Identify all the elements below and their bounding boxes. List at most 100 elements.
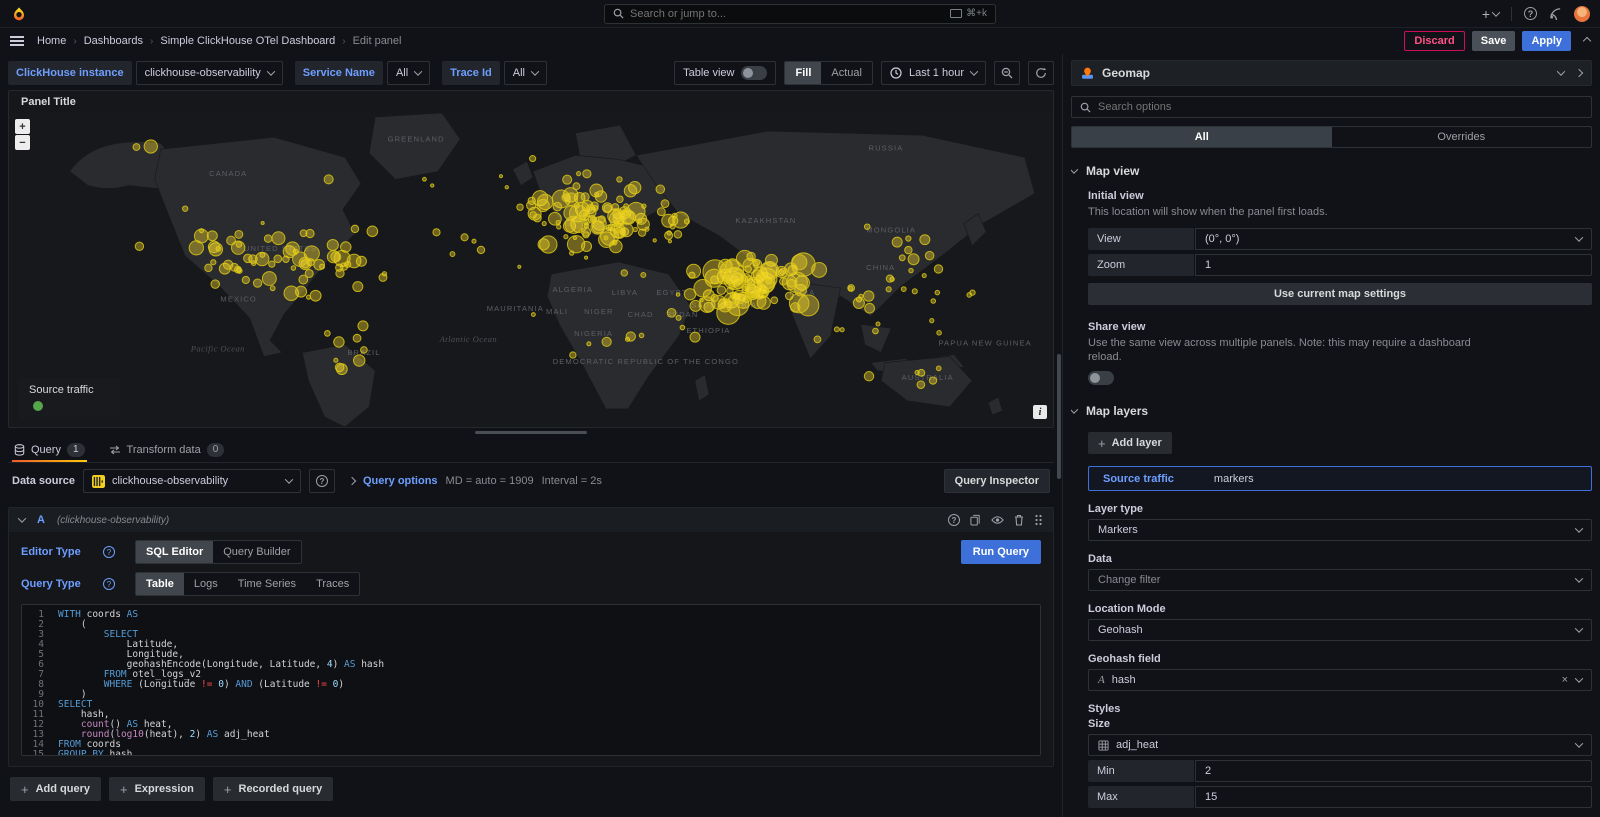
options-search-input[interactable] [1098, 101, 1583, 113]
zoom-input[interactable]: 1 [1195, 254, 1592, 276]
editor-type-help-icon[interactable]: ? [103, 546, 115, 558]
save-button[interactable]: Save [1472, 31, 1516, 51]
map-marker [583, 213, 588, 218]
zoom-out-time-button[interactable] [994, 61, 1020, 85]
max-input[interactable]: 15 [1195, 786, 1592, 808]
datasource-picker[interactable]: clickhouse-observability [83, 469, 301, 493]
visualization-picker[interactable]: Geomap [1071, 60, 1592, 86]
discard-button[interactable]: Discard [1404, 31, 1464, 51]
options-search[interactable] [1071, 96, 1592, 118]
actual-option[interactable]: Actual [821, 62, 872, 84]
add-layer-button[interactable]: +Add layer [1088, 432, 1172, 454]
query-type-help-icon[interactable]: ? [103, 578, 115, 590]
map-marker [936, 366, 941, 371]
chevron-down-icon[interactable] [1557, 67, 1565, 75]
chevron-down-icon[interactable] [18, 514, 26, 522]
map-view-header[interactable]: Map view [1071, 164, 1592, 178]
filter-clickhouse-instance: ClickHouse instance clickhouse-observabi… [8, 61, 283, 85]
size-field-select[interactable]: adj_heat [1088, 734, 1592, 756]
share-view-toggle[interactable] [1088, 371, 1114, 385]
left-scrollbar[interactable] [1057, 354, 1061, 479]
collapse-icon[interactable] [1583, 37, 1591, 45]
map-label: ALGERIA [552, 285, 593, 294]
filter-value-dropdown[interactable]: All [387, 61, 430, 85]
keyboard-icon [950, 9, 962, 18]
hide-query-icon[interactable] [991, 515, 1004, 525]
clear-icon[interactable]: × [1562, 675, 1568, 686]
map-marker [593, 206, 598, 211]
traces-option[interactable]: Traces [306, 573, 359, 595]
recorded-query-button[interactable]: +Recorded query [213, 777, 333, 801]
sql-code-editor[interactable]: 1WITH coords AS2 (3 SELECT4 Latitude,5 L… [21, 604, 1041, 756]
panel-title[interactable]: Panel Title [9, 91, 1053, 113]
map-zoom-out-button[interactable]: − [15, 135, 30, 150]
edit-panel-left: ClickHouse instance clickhouse-observabi… [0, 54, 1062, 817]
tab-all[interactable]: All [1072, 127, 1332, 147]
geohash-field-select[interactable]: Ahash× [1088, 669, 1592, 691]
map-zoom-in-button[interactable]: + [15, 119, 30, 134]
run-query-button[interactable]: Run Query [961, 540, 1041, 564]
map-label: NIGERIA [574, 329, 613, 338]
search-input[interactable] [630, 8, 944, 20]
panel-resize-handle[interactable] [8, 428, 1054, 437]
map-marker [864, 372, 873, 381]
sql-editor-option[interactable]: SQL Editor [136, 541, 213, 563]
toggle-off[interactable] [741, 66, 767, 80]
chevron-right-icon[interactable] [348, 477, 356, 485]
time-range-picker[interactable]: Last 1 hour [881, 61, 986, 85]
breadcrumb-dashboards[interactable]: Dashboards [84, 35, 143, 47]
map-marker [356, 256, 366, 266]
apply-button[interactable]: Apply [1522, 31, 1571, 51]
filter-value-dropdown[interactable]: All [504, 61, 547, 85]
breadcrumb-home[interactable]: Home [37, 35, 66, 47]
refresh-button[interactable] [1028, 61, 1054, 85]
map-marker [351, 225, 358, 232]
view-select[interactable]: (0°, 0°) [1195, 228, 1592, 250]
query-editor-card: A (clickhouse-observability) ? Editor Ty… [8, 507, 1054, 767]
world-map[interactable]: RUSSIACANADAGREENLANDUNITED STATESMEXICO… [9, 113, 1053, 427]
breadcrumb-dashboard-name[interactable]: Simple ClickHouse OTel Dashboard [160, 35, 335, 47]
delete-query-icon[interactable] [1014, 514, 1024, 526]
map-layers-header[interactable]: Map layers [1071, 404, 1592, 418]
news-icon[interactable] [1549, 7, 1562, 20]
add-menu-button[interactable]: + [1482, 6, 1499, 22]
tab-query[interactable]: Query 1 [12, 437, 87, 462]
tab-transform-data[interactable]: Transform data 0 [107, 437, 227, 462]
fill-actual-segment: Fill Actual [784, 61, 872, 85]
expression-button[interactable]: +Expression [109, 777, 205, 801]
database-icon [14, 444, 25, 456]
map-attribution-button[interactable]: i [1033, 405, 1047, 419]
drag-handle-icon[interactable] [1034, 514, 1043, 526]
options-scroll-area[interactable]: Map view Initial view This location will… [1071, 148, 1592, 817]
clickhouse-icon [92, 475, 105, 488]
location-mode-select[interactable]: Geohash [1088, 619, 1592, 641]
duplicate-query-icon[interactable] [970, 514, 981, 526]
layer-type-select[interactable]: Markers [1088, 519, 1592, 541]
collapse-pane-icon[interactable] [1575, 69, 1583, 77]
add-query-button[interactable]: +Add query [10, 777, 101, 801]
time-series-option[interactable]: Time Series [228, 573, 306, 595]
logs-option[interactable]: Logs [184, 573, 228, 595]
help-icon[interactable]: ? [1524, 7, 1537, 20]
table-option[interactable]: Table [136, 573, 184, 595]
global-search[interactable]: ⌘+k [604, 4, 996, 24]
query-builder-option[interactable]: Query Builder [213, 541, 300, 563]
query-row-header[interactable]: A (clickhouse-observability) ? [9, 508, 1053, 532]
filter-value-dropdown[interactable]: clickhouse-observability [136, 61, 283, 85]
menu-icon[interactable] [10, 36, 24, 46]
data-select[interactable]: Change filter [1088, 569, 1592, 591]
query-help-icon[interactable]: ? [948, 514, 960, 526]
map-marker [864, 224, 870, 230]
datasource-help-button[interactable]: ? [309, 469, 335, 493]
query-options-link[interactable]: Query options [363, 475, 438, 487]
min-input[interactable]: 2 [1195, 760, 1592, 782]
table-view-toggle[interactable]: Table view [674, 61, 776, 85]
fill-option[interactable]: Fill [785, 62, 821, 84]
map-marker [211, 280, 220, 288]
layer-row-source-traffic[interactable]: Source traffic markers [1088, 466, 1592, 491]
avatar[interactable] [1574, 6, 1590, 22]
grafana-logo-icon[interactable] [10, 5, 28, 23]
use-current-map-settings-button[interactable]: Use current map settings [1088, 283, 1592, 305]
tab-overrides[interactable]: Overrides [1332, 127, 1592, 147]
query-inspector-button[interactable]: Query Inspector [944, 469, 1050, 493]
